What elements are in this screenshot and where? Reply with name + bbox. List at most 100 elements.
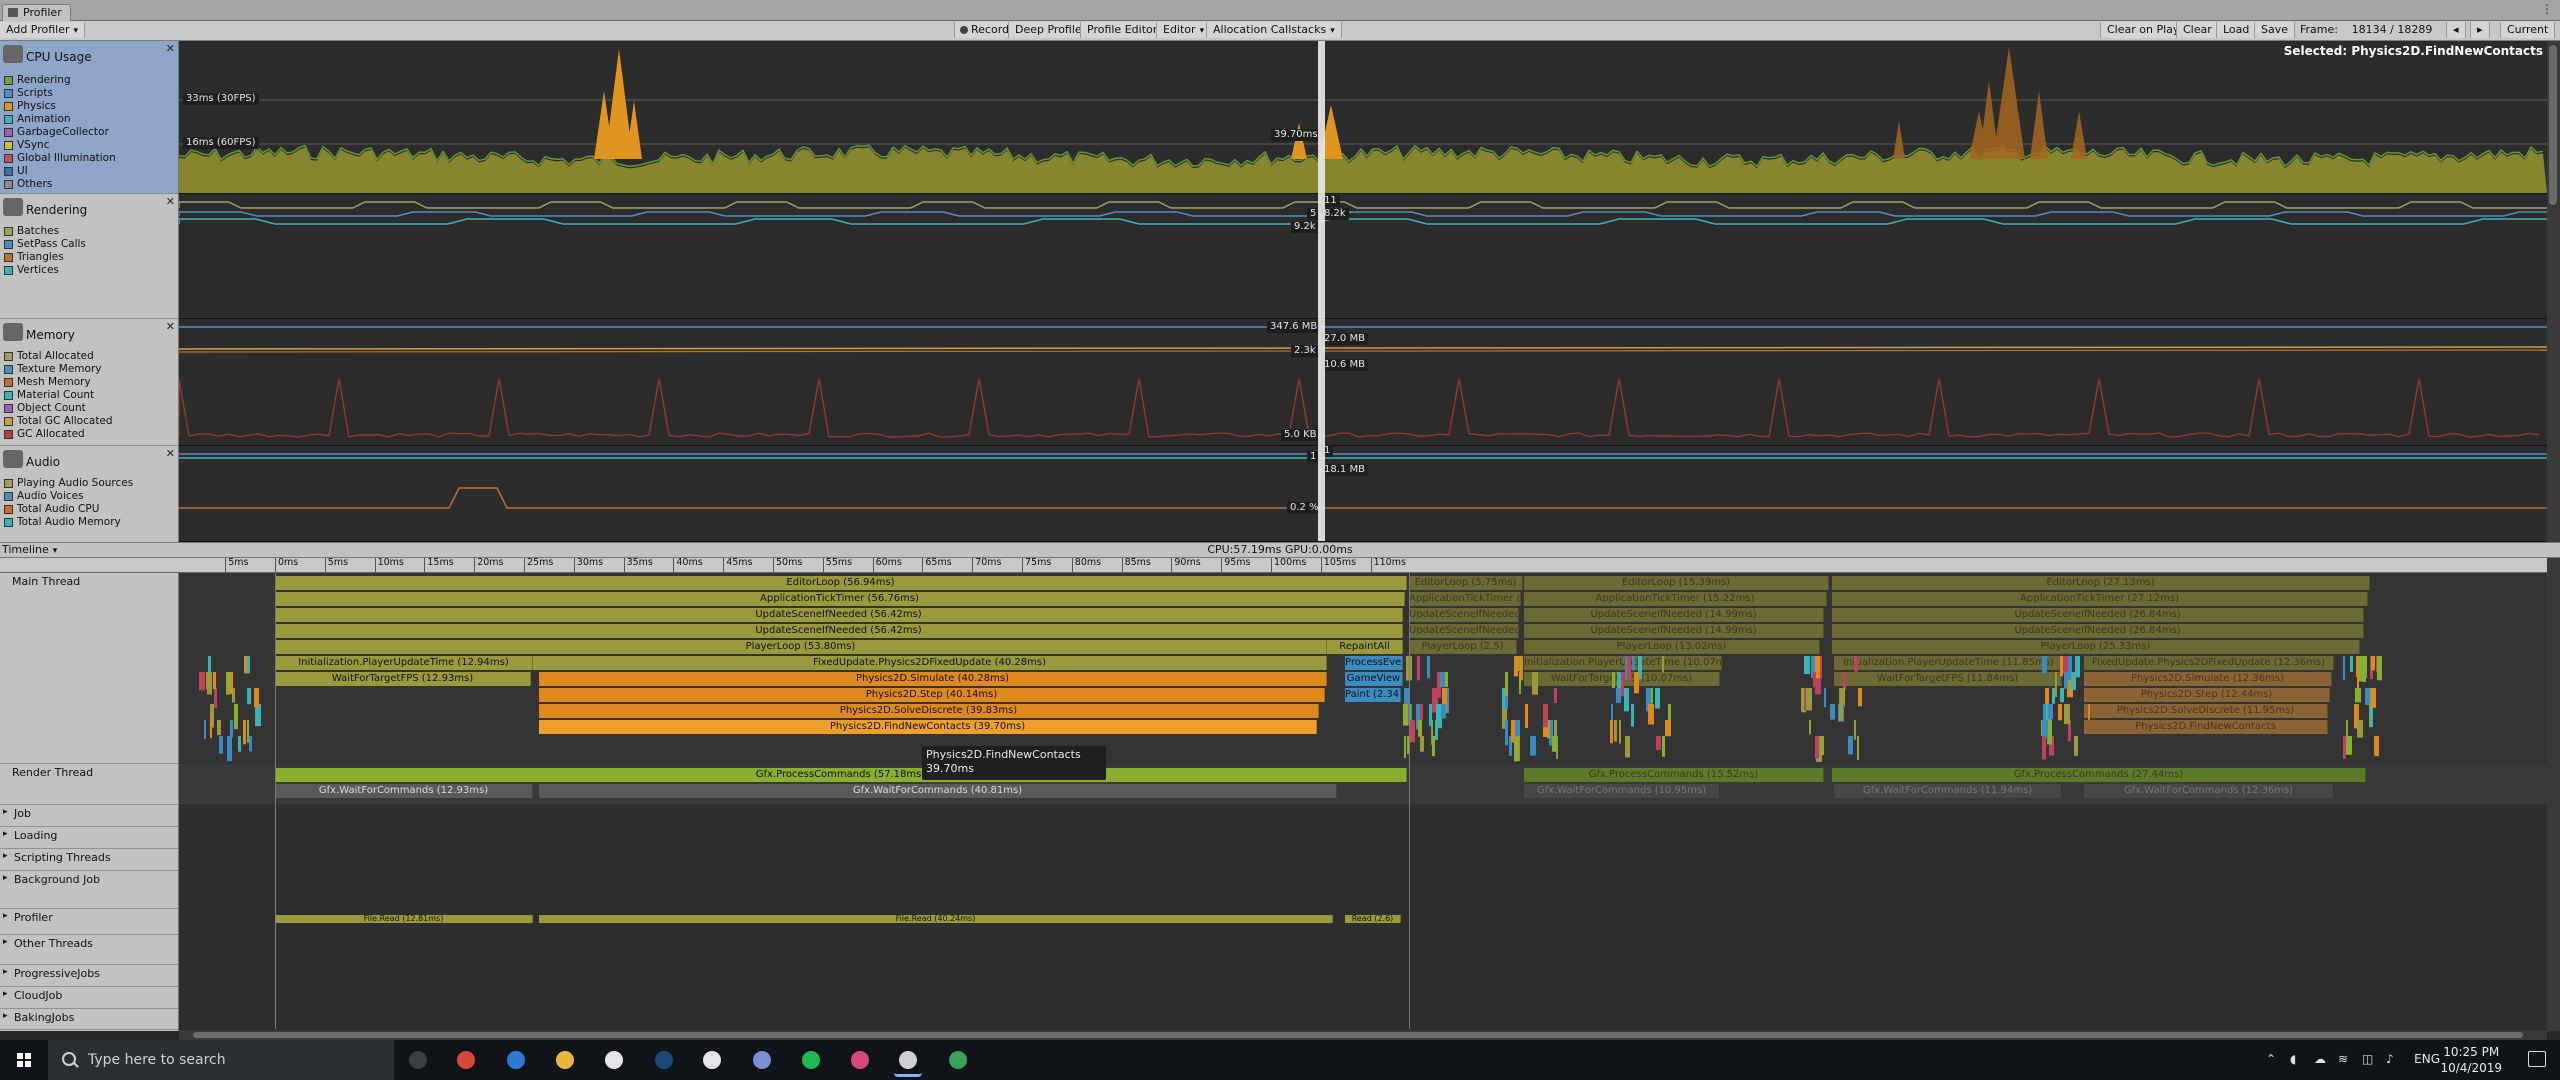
micro-sample[interactable] (2042, 656, 2047, 674)
window-menu-icon[interactable]: ⋮ (2540, 2, 2554, 16)
micro-sample[interactable] (1656, 736, 1661, 751)
micro-sample[interactable] (217, 720, 221, 736)
selected-frame-cursor[interactable] (1318, 41, 1325, 541)
micro-sample[interactable] (244, 656, 247, 674)
sample-gfx-process-commands[interactable]: Gfx.ProcessCommands (57.18ms) (275, 768, 1407, 782)
micro-sample[interactable] (1627, 656, 1631, 681)
micro-sample[interactable] (2048, 704, 2053, 720)
clear-on-play-button[interactable]: Clear on Play (2100, 22, 2187, 38)
micro-sample[interactable] (1525, 704, 1528, 728)
micro-sample[interactable] (1854, 656, 1858, 672)
micro-sample[interactable] (1420, 704, 1423, 720)
micro-sample[interactable] (1662, 656, 1664, 673)
legend-swatch[interactable] (4, 364, 13, 374)
legend-item[interactable]: Physics (4, 100, 56, 113)
micro-sample[interactable] (1435, 720, 1438, 741)
micro-sample[interactable] (2060, 688, 2064, 703)
legend-item[interactable]: GarbageCollector (4, 126, 109, 139)
legend-swatch[interactable] (4, 127, 13, 137)
micro-sample[interactable] (1614, 720, 1617, 742)
timeline-flame-graph[interactable]: EditorLoop (56.94ms) ApplicationTickTime… (179, 573, 2547, 1029)
discord-icon[interactable] (748, 1046, 776, 1074)
micro-sample[interactable] (2362, 656, 2366, 682)
micro-sample[interactable] (1440, 672, 1445, 688)
sample-file-read[interactable]: File.Read (12.81ms) (275, 915, 533, 923)
thread-row-progressivejobs[interactable]: ProgressiveJobs (0, 965, 178, 987)
micro-sample[interactable] (1857, 736, 1859, 761)
micro-sample[interactable] (1505, 672, 1508, 697)
micro-sample[interactable] (1610, 720, 1613, 744)
record-button[interactable]: Record (954, 22, 1017, 38)
micro-sample[interactable] (254, 688, 259, 708)
legend-swatch[interactable] (4, 491, 13, 501)
micro-sample[interactable] (219, 736, 223, 754)
micro-sample[interactable] (1824, 688, 1826, 708)
micro-sample[interactable] (1830, 704, 1835, 720)
micro-sample[interactable] (1505, 720, 1508, 746)
module-rendering[interactable]: Rendering ✕ Batches SetPass Calls Triangle… (0, 194, 178, 319)
legend-swatch[interactable] (4, 140, 13, 150)
sample-gfx-process-next[interactable]: Gfx.ProcessCommands (15.52ms) (1524, 768, 1824, 782)
cloud-icon[interactable]: ☁ (2314, 1053, 2328, 1065)
volume-icon[interactable]: ◖ (2290, 1053, 2304, 1065)
speaker-icon[interactable]: ♪ (2386, 1053, 2400, 1065)
file-explorer-icon[interactable] (551, 1046, 579, 1074)
legend-item[interactable]: Playing Audio Sources (4, 477, 133, 490)
legend-item[interactable]: Texture Memory (4, 363, 101, 376)
micro-sample[interactable] (208, 656, 211, 674)
legend-swatch[interactable] (4, 166, 13, 176)
legend-item[interactable]: Material Count (4, 389, 94, 402)
micro-sample[interactable] (249, 736, 252, 752)
wifi-icon[interactable]: ≋ (2338, 1053, 2352, 1065)
legend-swatch[interactable] (4, 429, 13, 439)
legend-swatch[interactable] (4, 504, 13, 514)
micro-sample[interactable] (1631, 704, 1634, 727)
micro-sample[interactable] (1420, 736, 1424, 752)
sample-file-read[interactable]: File.Read (40.24ms) (539, 915, 1333, 923)
unity-icon[interactable] (894, 1046, 922, 1077)
sample-gfx-wait-next[interactable]: Gfx.WaitForCommands (11.94ms) (1834, 784, 2062, 798)
micro-sample[interactable] (1403, 704, 1408, 726)
micro-sample[interactable] (2371, 656, 2375, 671)
legend-item[interactable]: UI (4, 165, 28, 178)
micro-sample[interactable] (1514, 656, 1518, 677)
micro-sample[interactable] (214, 688, 217, 708)
micro-sample[interactable] (2343, 736, 2346, 759)
micro-sample[interactable] (255, 704, 261, 727)
allocation-callstacks-dropdown[interactable]: Allocation Callstacks (1206, 22, 1342, 38)
micro-sample[interactable] (1530, 736, 1536, 756)
micro-sample[interactable] (199, 672, 205, 691)
micro-sample[interactable] (1648, 704, 1654, 725)
profiler-charts[interactable]: 33ms (30FPS) 16ms (60FPS) 39.70ms Select… (179, 41, 2547, 542)
micro-sample[interactable] (1854, 720, 1856, 740)
micro-sample[interactable] (2058, 704, 2062, 721)
micro-sample[interactable] (2042, 736, 2046, 760)
micro-sample[interactable] (247, 720, 249, 743)
legend-item[interactable]: Total GC Allocated (4, 415, 113, 428)
micro-sample[interactable] (1619, 720, 1621, 744)
horizontal-scrollbar[interactable] (179, 1030, 2547, 1040)
micro-sample[interactable] (2355, 688, 2361, 703)
micro-sample[interactable] (1809, 720, 1811, 735)
micro-sample[interactable] (1815, 736, 1819, 759)
audio-chart[interactable]: 1 1 18.1 MB 0.2 % (179, 445, 2547, 542)
micro-sample[interactable] (1418, 720, 1422, 737)
micro-sample[interactable] (2042, 720, 2048, 738)
close-icon[interactable]: ✕ (166, 447, 175, 460)
micro-sample[interactable] (1858, 688, 1862, 707)
micro-sample[interactable] (1843, 672, 1846, 690)
legend-item[interactable]: Total Allocated (4, 350, 94, 363)
micro-sample[interactable] (2052, 688, 2055, 704)
save-button[interactable]: Save (2254, 22, 2296, 38)
micro-sample[interactable] (207, 672, 212, 695)
steam-icon[interactable] (650, 1046, 678, 1074)
legend-swatch[interactable] (4, 351, 13, 361)
view-mode-dropdown[interactable]: Timeline (2, 543, 176, 557)
legend-item[interactable]: Rendering (4, 74, 71, 87)
micro-sample[interactable] (2071, 672, 2076, 691)
legend-swatch[interactable] (4, 416, 13, 426)
micro-sample[interactable] (2055, 672, 2057, 698)
micro-sample[interactable] (2377, 656, 2382, 681)
micro-sample[interactable] (2063, 656, 2068, 674)
current-frame-button[interactable]: Current (2500, 22, 2556, 38)
